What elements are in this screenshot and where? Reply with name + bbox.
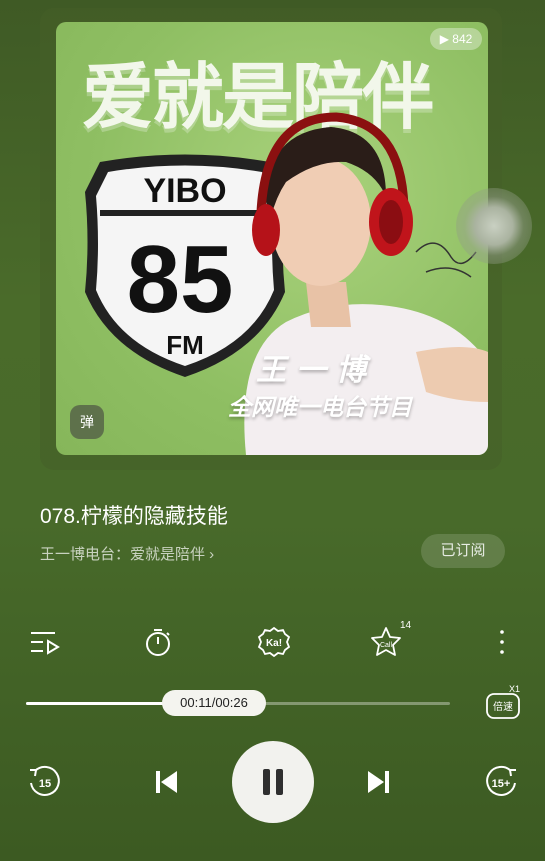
previous-button[interactable] <box>150 766 182 798</box>
playlist-icon <box>31 632 60 655</box>
svg-text:Call: Call <box>380 642 393 649</box>
call-count-badge: 14 <box>400 620 412 631</box>
pause-icon <box>263 769 283 795</box>
danmaku-toggle-button[interactable]: 弹 <box>70 405 104 439</box>
rewind-15-button[interactable]: 15 <box>26 764 62 800</box>
view-count-badge: ▶ 842 <box>430 28 482 50</box>
timer-icon <box>146 629 170 656</box>
skip-previous-icon <box>156 771 177 793</box>
host-name: 王一博 <box>256 354 376 387</box>
svg-text:倍速: 倍速 <box>493 700 513 713</box>
more-vertical-icon <box>500 630 504 654</box>
rewind-15-icon: 15 <box>30 765 60 796</box>
svg-text:15: 15 <box>39 778 51 790</box>
danmaku-icon: 弹 <box>80 414 94 430</box>
channel-link[interactable]: 王一博电台：爱就是陪伴 › <box>40 543 214 564</box>
playlist-button[interactable] <box>27 624 63 660</box>
track-title: 078.柠檬的隐藏技能 <box>40 505 228 528</box>
skip-next-icon <box>368 771 389 793</box>
next-button[interactable] <box>363 766 395 798</box>
svg-text:Ka!: Ka! <box>266 638 282 649</box>
subscribe-button[interactable]: 已订阅 <box>421 534 505 568</box>
karaoke-icon: Ka! <box>257 626 291 658</box>
svg-text:15+: 15+ <box>492 778 511 790</box>
speed-value: X1 <box>509 684 521 694</box>
sleep-timer-button[interactable] <box>140 624 176 660</box>
cover-subtitle: 全网唯一电台节目 <box>228 394 412 420</box>
karaoke-button[interactable]: Ka! <box>256 624 292 660</box>
playback-speed-button[interactable]: 倍速 <box>485 690 521 720</box>
forward-15-button[interactable]: 15+ <box>484 764 520 800</box>
badge-unit-text: FM <box>166 330 204 360</box>
more-button[interactable] <box>484 624 520 660</box>
call-star-icon: Call <box>371 627 401 656</box>
badge-top-text: YIBO <box>143 172 226 210</box>
badge-number-text: 85 <box>127 226 234 333</box>
pause-button[interactable] <box>232 741 314 823</box>
call-button[interactable]: Call <box>368 624 404 660</box>
speed-icon: 倍速 <box>486 693 520 719</box>
floating-ball-button[interactable] <box>456 188 532 264</box>
forward-15-icon: 15+ <box>486 765 516 796</box>
progress-time-thumb[interactable]: 00:11/00:26 <box>162 690 266 716</box>
album-cover[interactable]: 爱就是陪伴 ▶ 842 YIBO 85 FM 王一博 全网唯一电台节目 弹 <box>56 22 488 455</box>
